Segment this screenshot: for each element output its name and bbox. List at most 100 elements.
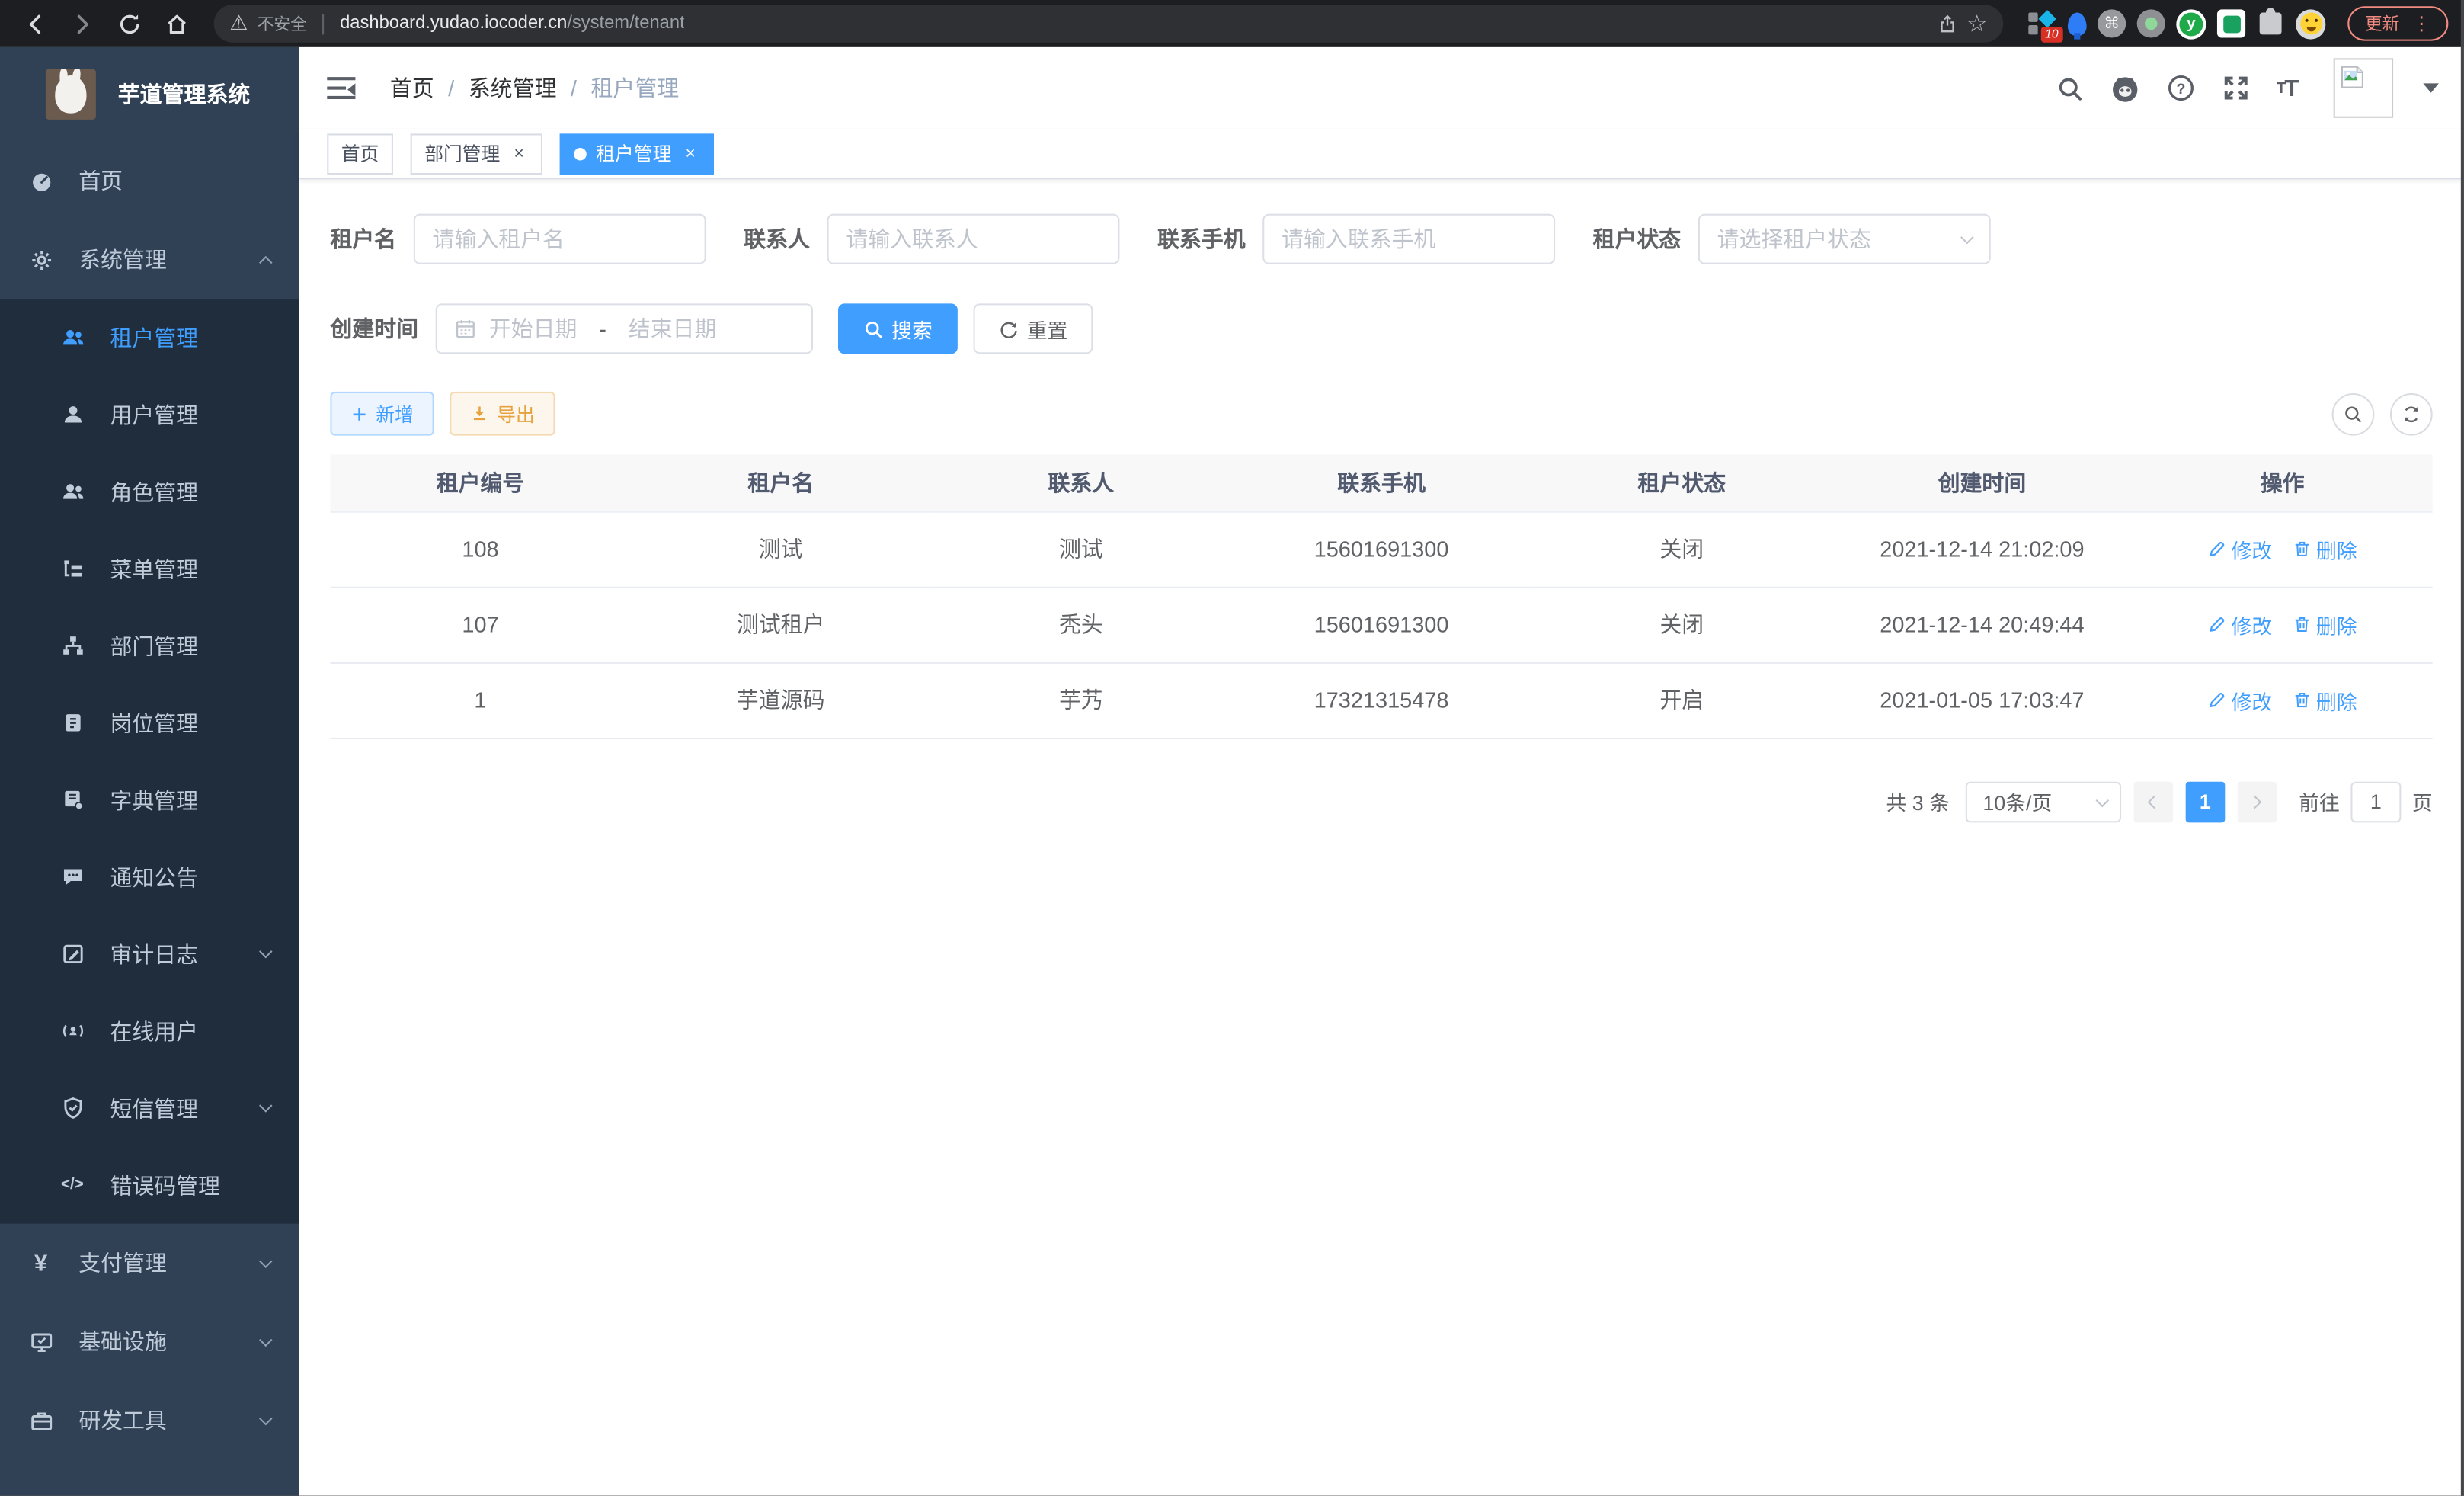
- extensions-puzzle-icon[interactable]: [2260, 13, 2282, 35]
- sidebar-item-pay[interactable]: ¥ 支付管理: [0, 1224, 299, 1302]
- tab-home[interactable]: 首页: [327, 133, 393, 174]
- user-avatar[interactable]: [2334, 58, 2393, 117]
- sidebar-collapse-icon[interactable]: [327, 77, 355, 99]
- search-button[interactable]: 搜索: [838, 303, 958, 354]
- header-search-icon[interactable]: [2056, 75, 2083, 101]
- sidebar-item-user[interactable]: 用户管理: [0, 376, 299, 453]
- cell-contact: 测试: [931, 511, 1231, 587]
- tab-close-icon[interactable]: ×: [510, 144, 529, 163]
- current-page-button[interactable]: 1: [2186, 781, 2226, 822]
- sidebar-item-dict[interactable]: 字典管理: [0, 761, 299, 838]
- sidebar-item-dept[interactable]: 部门管理: [0, 607, 299, 684]
- balloon-extension-icon[interactable]: [2068, 11, 2087, 35]
- col-ops: 操作: [2133, 454, 2433, 511]
- tab-close-icon[interactable]: ×: [681, 144, 700, 163]
- delete-link[interactable]: 删除: [2293, 685, 2357, 715]
- bookmark-star-icon[interactable]: ☆: [1966, 9, 1988, 37]
- tab-dept[interactable]: 部门管理 ×: [411, 133, 542, 174]
- sidebar-item-infra[interactable]: 基础设施: [0, 1302, 299, 1381]
- app-logo-row[interactable]: 芋道管理系统: [0, 47, 299, 142]
- chevron-down-icon: [259, 1333, 273, 1347]
- search-icon: [2343, 403, 2363, 424]
- export-button[interactable]: 导出: [450, 392, 555, 436]
- browser-menu-kebab-icon[interactable]: ⋮: [2412, 13, 2431, 35]
- delete-link[interactable]: 删除: [2293, 610, 2357, 639]
- filter-label: 联系人: [744, 223, 810, 255]
- filter-label: 租户状态: [1593, 223, 1682, 255]
- page-size-select[interactable]: 10条/页: [1966, 781, 2121, 822]
- recorder-extension-icon[interactable]: [2137, 9, 2165, 37]
- status-select[interactable]: 请选择租户状态: [1698, 214, 1991, 264]
- sidebar-item-tenant[interactable]: 租户管理: [0, 299, 299, 376]
- chevron-left-icon: [2149, 795, 2162, 809]
- sidebar-item-post[interactable]: 岗位管理: [0, 684, 299, 761]
- reset-button[interactable]: 重置: [974, 303, 1093, 354]
- chrome-update-button[interactable]: 更新 ⋮: [2347, 6, 2448, 40]
- browser-home-icon[interactable]: [157, 5, 195, 43]
- chat-extension-icon[interactable]: [2217, 9, 2245, 37]
- y-logo-extension-icon[interactable]: y: [2176, 8, 2206, 38]
- sidebar-item-audit-log[interactable]: 审计日志: [0, 915, 299, 992]
- sidebar-item-dev-tool[interactable]: 研发工具: [0, 1381, 299, 1459]
- profile-avatar-icon[interactable]: [2296, 8, 2325, 38]
- page-suffix-label: 页: [2412, 786, 2433, 816]
- extension-badge-icon[interactable]: 10: [2028, 9, 2056, 37]
- select-caret-icon: [2095, 793, 2109, 807]
- sidebar-item-home[interactable]: 首页: [0, 142, 299, 220]
- sidebar-item-menu-mgmt[interactable]: 菜单管理: [0, 530, 299, 607]
- start-date-placeholder[interactable]: 开始日期: [489, 313, 578, 344]
- sidebar-item-sms[interactable]: 短信管理: [0, 1069, 299, 1146]
- browser-reload-icon[interactable]: [110, 5, 148, 43]
- edit-label: 修改: [2232, 685, 2273, 715]
- col-mobile: 联系手机: [1231, 454, 1531, 511]
- browser-back-icon[interactable]: [16, 5, 54, 43]
- next-page-button[interactable]: [2238, 781, 2277, 822]
- create-time-range-picker[interactable]: 开始日期 - 结束日期: [436, 303, 813, 354]
- delete-link[interactable]: 删除: [2293, 534, 2357, 564]
- tenant-name-input[interactable]: [433, 226, 687, 251]
- breadcrumb-item-system[interactable]: 系统管理: [469, 72, 557, 104]
- filter-status: 租户状态 请选择租户状态: [1593, 214, 1991, 264]
- pagination: 共 3 条 10条/页 1 前往 页: [330, 781, 2432, 822]
- page-size-value: 10条/页: [1982, 786, 2052, 816]
- edit-link[interactable]: 修改: [2208, 610, 2273, 639]
- font-size-icon[interactable]: TT: [2277, 75, 2297, 101]
- tab-tenant[interactable]: 租户管理 ×: [560, 133, 714, 174]
- sidebar-item-notice[interactable]: 通知公告: [0, 838, 299, 915]
- avatar-dropdown-caret-icon[interactable]: [2423, 82, 2439, 100]
- sidebar-item-role[interactable]: 角色管理: [0, 453, 299, 530]
- sidebar-item-online-user[interactable]: 在线用户: [0, 992, 299, 1069]
- breadcrumb-item-home[interactable]: 首页: [390, 72, 434, 104]
- refresh-table-button[interactable]: [2390, 392, 2433, 435]
- toggle-search-button[interactable]: [2332, 392, 2375, 435]
- sidebar-item-error-code[interactable]: </> 错误码管理: [0, 1147, 299, 1224]
- goto-page-input[interactable]: [2350, 781, 2401, 822]
- edit-link[interactable]: 修改: [2208, 685, 2273, 715]
- address-bar[interactable]: ⚠ 不安全 dashboard.yudao.iocoder.cn/system/…: [214, 5, 2004, 43]
- browser-forward-icon[interactable]: [63, 5, 101, 43]
- github-icon[interactable]: [2110, 73, 2139, 103]
- date-separator: -: [599, 316, 606, 341]
- prev-page-button[interactable]: [2134, 781, 2174, 822]
- add-button[interactable]: 新增: [330, 392, 434, 436]
- command-glyph: ⌘: [2104, 15, 2120, 33]
- shield-check-icon: [59, 1095, 85, 1120]
- contact-input[interactable]: [846, 226, 1100, 251]
- edit-link[interactable]: 修改: [2208, 534, 2273, 564]
- cell-status: 开启: [1531, 662, 1832, 738]
- table-row: 108 测试 测试 15601691300 关闭 2021-12-14 21:0…: [330, 511, 2432, 587]
- mobile-input[interactable]: [1282, 226, 1536, 251]
- users-icon: [59, 325, 85, 350]
- share-icon[interactable]: [1937, 14, 1957, 34]
- active-tab-dot: [574, 147, 587, 160]
- fullscreen-icon[interactable]: [2222, 74, 2250, 102]
- cell-status: 关闭: [1531, 587, 1832, 662]
- col-contact: 联系人: [931, 454, 1231, 511]
- edit-log-icon: [59, 941, 85, 966]
- command-extension-icon[interactable]: ⌘: [2098, 9, 2126, 37]
- help-icon[interactable]: ?: [2166, 74, 2194, 102]
- breadcrumb-separator: /: [448, 75, 454, 101]
- sidebar-item-system[interactable]: 系统管理: [0, 220, 299, 299]
- end-date-placeholder[interactable]: 结束日期: [629, 313, 717, 344]
- refresh-icon: [2401, 403, 2421, 424]
